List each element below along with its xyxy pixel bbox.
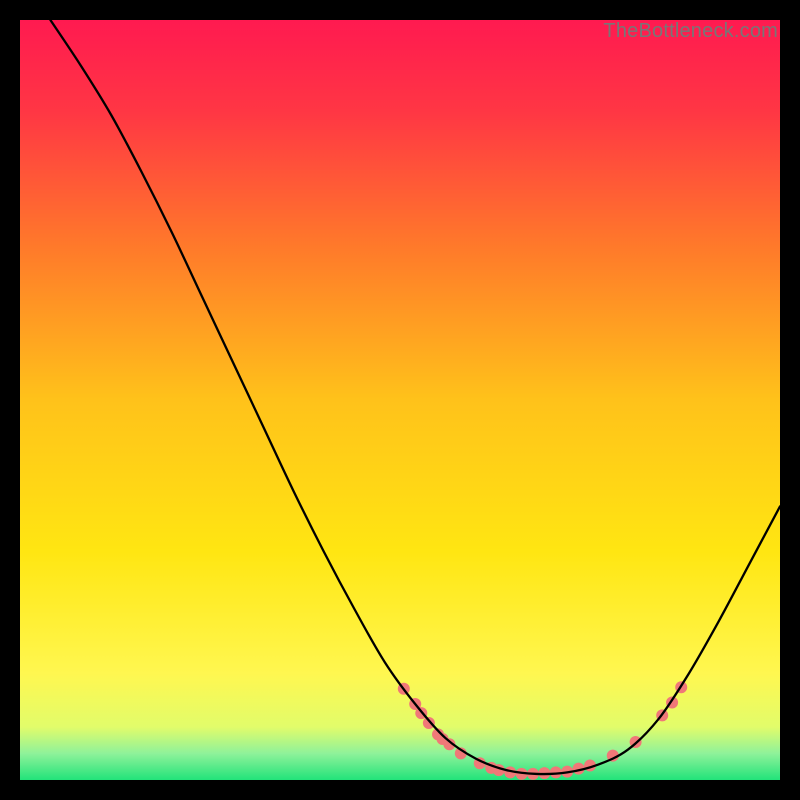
watermark-text: TheBottleneck.com — [603, 20, 778, 43]
gradient-background — [20, 20, 780, 780]
chart-frame: TheBottleneck.com — [20, 20, 780, 780]
bottleneck-chart — [20, 20, 780, 780]
